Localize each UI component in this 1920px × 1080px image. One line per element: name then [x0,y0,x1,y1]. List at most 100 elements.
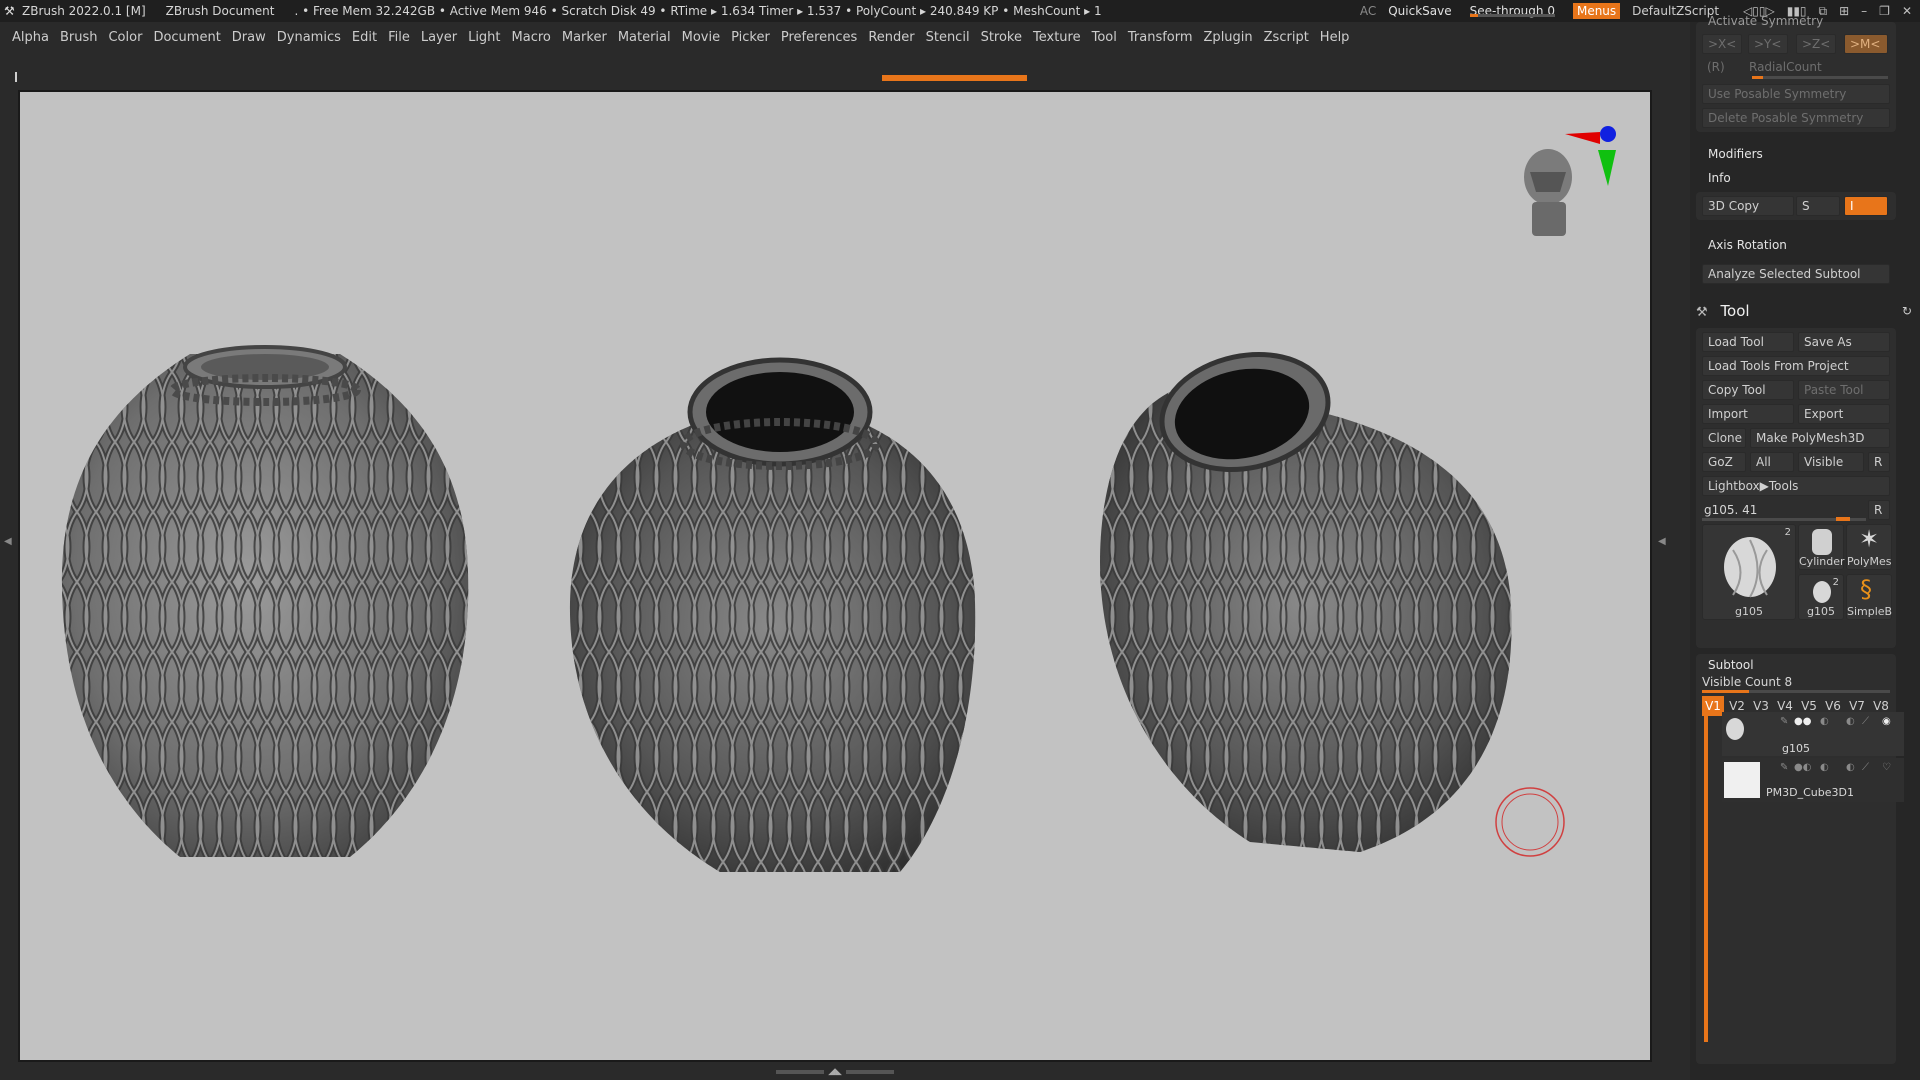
menu-texture[interactable]: Texture [1033,30,1081,45]
ac-button[interactable]: AC [1360,4,1376,18]
menu-edit[interactable]: Edit [352,30,377,45]
radial-count-slider[interactable]: RadialCount [1744,58,1890,78]
goz-button[interactable]: GoZ [1702,452,1746,472]
menu-brush[interactable]: Brush [60,30,98,45]
default-zscript-button[interactable]: DefaultZScript [1632,4,1719,18]
right-tray-arrow-icon[interactable]: ◀ [1658,536,1666,556]
memory-stats: . • Free Mem 32.242GB • Active Mem 946 •… [294,4,1102,18]
navigation-gizmo[interactable] [1524,126,1616,236]
dynamic-toggle-icon[interactable]: ◐ [1846,762,1855,773]
tool-thumb-g105-large[interactable]: 2 g105 [1702,524,1796,620]
menu-material[interactable]: Material [618,30,671,45]
ui-save-icon[interactable]: ⊞ [1839,4,1849,19]
info-header[interactable]: Info [1708,171,1731,185]
see-through-slider[interactable]: See-through 0 [1464,4,1561,18]
solo-toggle-icon[interactable]: ◐ [1820,716,1829,727]
subtool-item-pm3d-cube3d1[interactable]: ✎ ●◐ ◐ ◐ ⟋ ♡ PM3D_Cube3D1 [1722,758,1904,802]
lock-toggle-icon[interactable]: ⟋ [1862,716,1869,727]
brush-visibility-icon[interactable]: ✎ [1780,716,1788,727]
subtool-header[interactable]: Subtool [1708,658,1754,672]
axis-rotation-header[interactable]: Axis Rotation [1708,238,1787,252]
visible-count-slider[interactable]: Visible Count 8 [1702,672,1890,693]
refresh-icon[interactable]: ↻ [1902,304,1912,318]
menu-movie[interactable]: Movie [682,30,720,45]
current-tool-slider[interactable]: g105. 41 [1702,500,1866,521]
restore-icon[interactable]: ❐ [1879,4,1890,19]
menu-draw[interactable]: Draw [232,30,266,45]
minimize-icon[interactable]: – [1861,4,1867,19]
menu-preferences[interactable]: Preferences [781,30,857,45]
menu-render[interactable]: Render [868,30,914,45]
make-polymesh3d-button[interactable]: Make PolyMesh3D [1750,428,1890,448]
menu-color[interactable]: Color [108,30,142,45]
tool-thumb-g105-small[interactable]: 2 g105 [1798,574,1844,620]
menu-stencil[interactable]: Stencil [926,30,970,45]
radial-r-button[interactable]: (R) [1702,58,1738,78]
paste-tool-button[interactable]: Paste Tool [1798,380,1890,400]
menu-alpha[interactable]: Alpha [12,30,49,45]
menu-stroke[interactable]: Stroke [981,30,1022,45]
handle-bar-right [845,1070,894,1074]
menu-light[interactable]: Light [468,30,500,45]
menu-dynamics[interactable]: Dynamics [277,30,341,45]
modifiers-header[interactable]: Modifiers [1708,147,1763,161]
tool-palette-header[interactable]: ⚒ Tool ↻ [1696,302,1916,324]
eye-visibility-icon[interactable]: ◉ [1882,716,1891,727]
sym-m-button[interactable]: >M< [1844,34,1888,54]
subtool-item-g105[interactable]: ✎ ●● ◐ ◐ ⟋ ◉ g105 [1722,712,1904,756]
delete-posable-symmetry-button[interactable]: Delete Posable Symmetry [1702,108,1890,128]
copy3d-s-button[interactable]: S [1796,196,1840,216]
menu-zscript[interactable]: Zscript [1264,30,1309,45]
vase-model-1 [61,345,469,857]
goz-visible-button[interactable]: Visible [1798,452,1864,472]
menu-transform[interactable]: Transform [1128,30,1193,45]
lock-toggle-icon[interactable]: ⟋ [1862,762,1869,773]
lightbox-tools-button[interactable]: Lightbox▶Tools [1702,476,1890,496]
subtool-scrollbar[interactable] [1704,712,1708,1042]
sym-y-button[interactable]: >Y< [1748,34,1788,54]
menu-file[interactable]: File [388,30,410,45]
polymesh-star-icon: ✶ [1859,525,1880,553]
quicksave-button[interactable]: QuickSave [1388,4,1451,18]
menu-zplugin[interactable]: Zplugin [1204,30,1253,45]
menu-tool[interactable]: Tool [1092,30,1117,45]
current-tool-r-button[interactable]: R [1868,500,1890,520]
solo-toggle-icon[interactable]: ◐ [1820,762,1829,773]
import-button[interactable]: Import [1702,404,1794,424]
use-posable-symmetry-button[interactable]: Use Posable Symmetry [1702,84,1890,104]
activate-symmetry-label[interactable]: Activate Symmetry [1708,14,1823,28]
polyframe-toggle-icon[interactable]: ●◐ [1794,762,1811,773]
copy3d-button[interactable]: 3D Copy [1702,196,1794,216]
menu-document[interactable]: Document [153,30,220,45]
menus-toggle[interactable]: Menus [1572,3,1621,19]
save-as-button[interactable]: Save As [1798,332,1890,352]
load-tools-from-project-button[interactable]: Load Tools From Project [1702,356,1890,376]
copy3d-i-button[interactable]: I [1844,196,1888,216]
sym-z-button[interactable]: >Z< [1796,34,1836,54]
tray-up-down-icon: ◢◣ [828,1067,842,1077]
analyze-selected-subtool-button[interactable]: Analyze Selected Subtool [1702,264,1890,284]
menu-help[interactable]: Help [1320,30,1350,45]
load-tool-button[interactable]: Load Tool [1702,332,1794,352]
tool-thumb-polymesh[interactable]: ✶ PolyMes [1846,524,1892,570]
brush-visibility-icon[interactable]: ✎ [1780,762,1788,773]
menu-macro[interactable]: Macro [512,30,551,45]
dynamic-toggle-icon[interactable]: ◐ [1846,716,1855,727]
polyframe-toggle-icon[interactable]: ●● [1794,716,1811,727]
bottom-tray-handle[interactable]: ◢◣ [770,1067,900,1077]
menu-picker[interactable]: Picker [731,30,770,45]
clone-button[interactable]: Clone [1702,428,1746,448]
sym-x-button[interactable]: >X< [1702,34,1742,54]
menu-marker[interactable]: Marker [562,30,607,45]
close-icon[interactable]: ✕ [1902,4,1912,19]
export-button[interactable]: Export [1798,404,1890,424]
goz-all-button[interactable]: All [1750,452,1794,472]
goz-r-button[interactable]: R [1868,452,1890,472]
left-tray-arrow-icon[interactable]: ◀ [4,536,12,556]
copy-tool-button[interactable]: Copy Tool [1702,380,1794,400]
tool-thumb-cylinder[interactable]: Cylinder [1798,524,1845,570]
menu-layer[interactable]: Layer [421,30,457,45]
eye-visibility-icon[interactable]: ♡ [1882,762,1891,773]
tool-thumb-simpleb[interactable]: § SimpleB [1846,574,1892,620]
canvas-viewport[interactable] [18,90,1652,1062]
